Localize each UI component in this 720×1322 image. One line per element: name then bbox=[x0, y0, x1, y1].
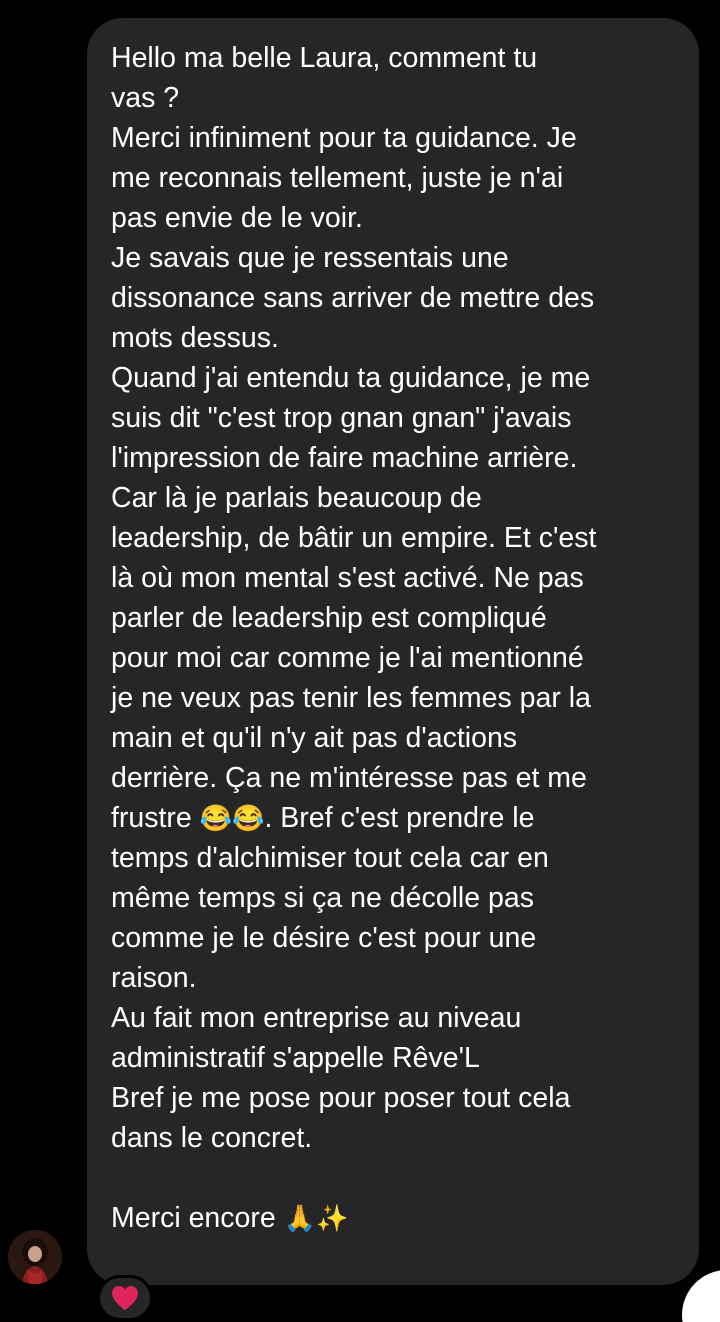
message-line: Car là je parlais beaucoup de bbox=[111, 482, 482, 514]
message-line: l'impression de faire machine arrière. bbox=[111, 442, 578, 474]
message-line: administratif s'appelle Rêve'L bbox=[111, 1042, 480, 1074]
message-line: me reconnais tellement, juste je n'ai bbox=[111, 162, 564, 194]
message-line: dissonance sans arriver de mettre des bbox=[111, 282, 595, 314]
message-line: temps d'alchimiser tout cela car en bbox=[111, 842, 549, 874]
message-line: Quand j'ai entendu ta guidance, je me bbox=[111, 362, 591, 394]
closing-text: Merci encore bbox=[111, 1202, 284, 1234]
message-line-with-emoji: frustre 😂😂. Bref c'est prendre le bbox=[111, 798, 675, 838]
message-line: mots dessus. bbox=[111, 322, 279, 354]
laughing-emoji-icon: 😂😂 bbox=[199, 803, 265, 833]
chat-screen: Hello ma belle Laura, comment tu vas ? M… bbox=[0, 0, 720, 1322]
reaction-badge[interactable] bbox=[97, 1275, 153, 1321]
scroll-down-button[interactable] bbox=[682, 1270, 720, 1322]
message-line: derrière. Ça ne m'intéresse pas et me bbox=[111, 762, 587, 794]
message-line: pour moi car comme je l'ai mentionné bbox=[111, 642, 584, 674]
avatar-photo-icon bbox=[8, 1230, 62, 1284]
pray-sparkles-emoji-icon: 🙏✨ bbox=[283, 1203, 349, 1233]
message-line: Je savais que je ressentais une bbox=[111, 242, 509, 274]
message-line: raison. bbox=[111, 962, 197, 994]
message-bubble[interactable]: Hello ma belle Laura, comment tu vas ? M… bbox=[87, 18, 699, 1285]
message-line: Au fait mon entreprise au niveau bbox=[111, 1002, 522, 1034]
message-line: vas ? bbox=[111, 82, 180, 114]
message-line: Hello ma belle Laura, comment tu bbox=[111, 42, 538, 74]
message-line: main et qu'il n'y ait pas d'actions bbox=[111, 722, 518, 754]
message-line: là où mon mental s'est activé. Ne pas bbox=[111, 562, 584, 594]
avatar[interactable] bbox=[8, 1230, 62, 1284]
closing-line: Merci encore 🙏✨ bbox=[111, 1198, 675, 1238]
message-line: parler de leadership est compliqué bbox=[111, 602, 547, 634]
message-line: même temps si ça ne décolle pas bbox=[111, 882, 534, 914]
frustre-text: frustre bbox=[111, 802, 200, 834]
message-line: Bref je me pose pour poser tout cela bbox=[111, 1082, 571, 1114]
message-line: leadership, de bâtir un empire. Et c'est bbox=[111, 522, 597, 554]
message-line: pas envie de le voir. bbox=[111, 202, 363, 234]
message-line: je ne veux pas tenir les femmes par la bbox=[111, 682, 591, 714]
frustre-text-after: . Bref c'est prendre le bbox=[264, 802, 535, 834]
message-line: suis dit "c'est trop gnan gnan" j'avais bbox=[111, 402, 572, 434]
heart-icon bbox=[112, 1286, 138, 1310]
message-line: comme je le désire c'est pour une bbox=[111, 922, 537, 954]
message-line: Merci infiniment pour ta guidance. Je bbox=[111, 122, 577, 154]
message-line: dans le concret. bbox=[111, 1122, 313, 1154]
